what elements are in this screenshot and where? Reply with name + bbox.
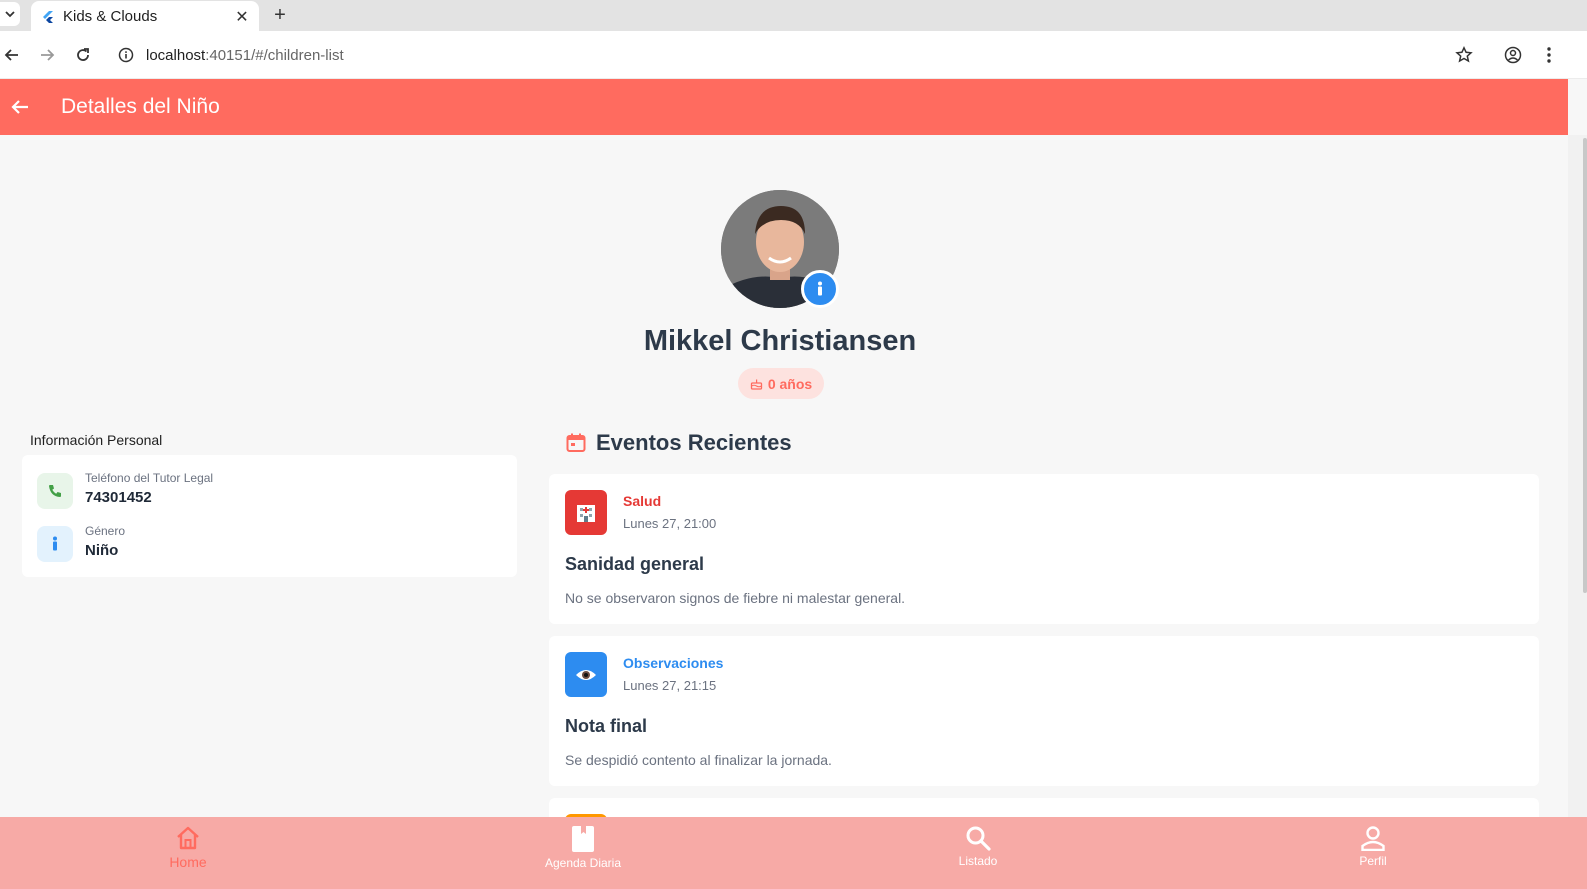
- person-icon: [37, 526, 73, 562]
- personal-info-heading: Información Personal: [30, 432, 163, 448]
- profile-icon: [1361, 826, 1385, 851]
- address-bar[interactable]: localhost:40151/#/children-list: [108, 39, 1488, 71]
- bottom-navigation: Home Agenda Diaria Listado Perfil: [0, 817, 1587, 889]
- reload-icon: [77, 48, 89, 61]
- home-icon: [177, 826, 199, 850]
- account-circle-icon: [1504, 46, 1522, 64]
- event-description: No se observaron signos de fiebre ni mal…: [565, 590, 906, 606]
- appbar-back-button[interactable]: [0, 87, 40, 127]
- events-heading: Eventos Recientes: [596, 430, 792, 455]
- event-time: Lunes 27, 21:00: [623, 516, 717, 531]
- age-label: 0 años: [767, 375, 813, 392]
- menu-button[interactable]: [1537, 43, 1561, 67]
- phone-label: Teléfono del Tutor Legal: [85, 471, 214, 485]
- info-row-gender: Género Niño: [37, 524, 497, 564]
- nav-home-label: Home: [169, 854, 207, 870]
- nav-listado-label: Listado: [958, 854, 998, 868]
- gender-value: Niño: [85, 542, 119, 559]
- event-time: Lunes 27, 21:15: [623, 678, 717, 693]
- event-description: Se despidió contento al finalizar la jor…: [565, 752, 832, 768]
- chevron-down-icon: [5, 11, 15, 18]
- event-category: Salud: [623, 493, 662, 509]
- events-header: Eventos Recientes: [565, 430, 792, 456]
- bookmark-button[interactable]: [1452, 43, 1476, 67]
- arrow-left-icon: [4, 49, 18, 61]
- nav-listado[interactable]: Listado: [878, 817, 1078, 889]
- app-bar: Detalles del Niño: [0, 79, 1568, 135]
- event-title: Sanidad general: [565, 554, 705, 574]
- nav-perfil-label: Perfil: [1359, 854, 1387, 868]
- reload-button[interactable]: [71, 43, 95, 67]
- page-title: Detalles del Niño: [61, 95, 220, 118]
- calendar-icon: [566, 433, 586, 452]
- child-name: Mikkel Christiansen: [643, 325, 917, 357]
- arrow-back-icon: [11, 100, 28, 114]
- tab-title: Kids & Clouds: [63, 8, 158, 25]
- flutter-icon: [43, 10, 53, 23]
- eye-icon: [565, 652, 607, 697]
- book-icon: [572, 826, 594, 852]
- nav-perfil[interactable]: Perfil: [1273, 817, 1473, 889]
- arrow-right-icon: [41, 49, 55, 61]
- cake-icon: [750, 379, 762, 390]
- profile-button[interactable]: [1501, 43, 1525, 67]
- nav-agenda[interactable]: Agenda Diaria: [483, 817, 683, 889]
- event-card[interactable]: Salud Lunes 27, 21:00 Sanidad general No…: [549, 474, 1539, 624]
- more-vert-icon: [1547, 47, 1551, 63]
- gender-badge: [801, 270, 839, 308]
- event-card[interactable]: Observaciones Lunes 27, 21:15 Nota final…: [549, 636, 1539, 786]
- personal-info-card: Teléfono del Tutor Legal 74301452 Género…: [22, 455, 517, 577]
- nav-agenda-label: Agenda Diaria: [544, 856, 622, 870]
- close-tab-icon[interactable]: ✕: [231, 6, 253, 28]
- browser-toolbar: localhost:40151/#/children-list: [0, 31, 1587, 79]
- info-row-phone: Teléfono del Tutor Legal 74301452: [37, 471, 497, 511]
- scrollbar-thumb[interactable]: [1583, 138, 1587, 593]
- child-avatar: [721, 190, 841, 310]
- back-button[interactable]: [0, 43, 24, 67]
- new-tab-button[interactable]: +: [268, 3, 292, 27]
- event-category: Observaciones: [623, 655, 724, 671]
- hospital-icon: [565, 490, 607, 535]
- person-icon: [818, 281, 822, 296]
- phone-value: 74301452: [85, 489, 152, 506]
- browser-tab[interactable]: Kids & Clouds ✕: [31, 1, 259, 32]
- info-icon[interactable]: [118, 47, 134, 63]
- url-path: :40151/#/children-list: [205, 46, 344, 64]
- forward-button[interactable]: [35, 43, 59, 67]
- search-icon: [966, 826, 991, 851]
- browser-tab-bar: Kids & Clouds ✕ +: [0, 0, 1587, 32]
- tab-search-button[interactable]: [0, 2, 20, 26]
- gender-label: Género: [85, 524, 126, 538]
- event-title: Nota final: [565, 716, 648, 736]
- url-host: localhost: [146, 46, 206, 64]
- phone-icon: [37, 473, 73, 509]
- nav-home[interactable]: Home: [88, 817, 288, 889]
- age-chip: 0 años: [738, 368, 824, 399]
- star-icon: [1455, 46, 1473, 63]
